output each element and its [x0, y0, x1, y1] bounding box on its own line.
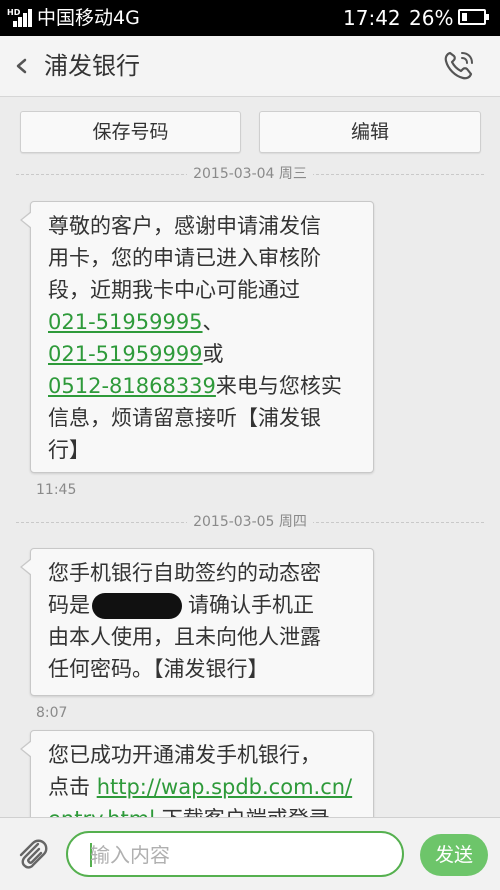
message-text: 点击 [48, 775, 97, 799]
message-link[interactable]: 021-51959999 [48, 342, 203, 366]
paperclip-icon[interactable] [14, 835, 50, 873]
edit-button[interactable]: 编辑 [259, 111, 481, 153]
date-separator: 2015-03-05 周四 [0, 512, 500, 532]
message-bubble[interactable]: 您手机银行自助签约的动态密 码是 请确认手机正由本人使用，且未向他人泄露 任何密码。【… [20, 548, 374, 696]
network-tag: HD [7, 8, 21, 17]
message-line: 码是 请确认手机正 [48, 589, 359, 621]
message-line: 用卡，您的申请已进入审核阶 [48, 242, 359, 274]
chevron-left-icon[interactable] [12, 51, 32, 81]
clock: 17:42 [343, 6, 401, 30]
conversation-title: 浦发银行 [44, 52, 140, 80]
input-placeholder: 输入内容 [90, 843, 170, 867]
battery-icon [458, 9, 489, 25]
message-line: 021-51959999或 [48, 338, 359, 370]
battery-percent: 26% [409, 6, 454, 30]
message-input[interactable]: 输入内容 [66, 831, 404, 877]
title-bar: 浦发银行 [0, 36, 500, 97]
message-text: 或 [202, 342, 224, 366]
message-text: 任何密码。【浦发银行】 [48, 657, 269, 681]
message-link[interactable]: 021-51959995 [48, 310, 203, 334]
message-text: 用卡，您的申请已进入审核阶 [48, 246, 321, 270]
signal-icon: HD [7, 9, 33, 27]
message-line: 行】 [48, 434, 359, 466]
message-text: 尊敬的客户，感谢申请浦发信 [48, 214, 321, 238]
message-text: 您手机银行自助签约的动态密 [48, 561, 321, 585]
date-separator: 2015-03-04 周三 [0, 164, 500, 184]
message-line: 尊敬的客户，感谢申请浦发信 [48, 210, 359, 242]
message-text: 来电与您核实 [215, 374, 342, 398]
status-bar: HD 中国移动4G 17:42 26% [0, 0, 500, 36]
message-text: 您已成功开通浦发手机银行， [48, 743, 321, 767]
message-text: 信息，烦请留意接听【浦发银 [48, 406, 321, 430]
message-line: 您手机银行自助签约的动态密 [48, 557, 359, 589]
message-time: 11:45 [36, 482, 77, 498]
message-line: 点击 http://wap.spdb.com.cn/ [48, 771, 359, 803]
message-line: 您已成功开通浦发手机银行， [48, 739, 359, 771]
message-link[interactable]: 0512-81868339 [48, 374, 216, 398]
message-bubble[interactable]: 尊敬的客户，感谢申请浦发信 用卡，您的申请已进入审核阶 段，近期我卡中心可能通过 02… [20, 201, 374, 473]
message-text: 段，近期我卡中心可能通过 [48, 278, 300, 302]
message-line: 由本人使用，且未向他人泄露 [48, 621, 359, 653]
message-line: 0512-81868339来电与您核实 [48, 370, 359, 402]
message-text: 请确认手机正 [188, 593, 314, 617]
message-time: 8:07 [36, 705, 68, 721]
message-text: 由本人使用，且未向他人泄露 [48, 625, 321, 649]
message-text: 、 [202, 310, 224, 334]
carrier-name: 中国移动4G [37, 7, 140, 29]
redacted-code [92, 593, 182, 619]
message-line: 信息，烦请留意接听【浦发银 [48, 402, 359, 434]
send-button[interactable]: 发送 [420, 834, 488, 876]
save-number-button[interactable]: 保存号码 [20, 111, 241, 153]
message-text: 码是 [48, 593, 90, 617]
message-link[interactable]: http://wap.spdb.com.cn/ [97, 775, 352, 799]
composer-bar: 输入内容 发送 [0, 817, 500, 890]
message-line: 段，近期我卡中心可能通过 [48, 274, 359, 306]
message-line: 021-51959995、 [48, 306, 359, 338]
phone-icon[interactable] [440, 48, 478, 84]
message-line: 任何密码。【浦发银行】 [48, 653, 359, 685]
message-text: 行】 [48, 438, 90, 462]
